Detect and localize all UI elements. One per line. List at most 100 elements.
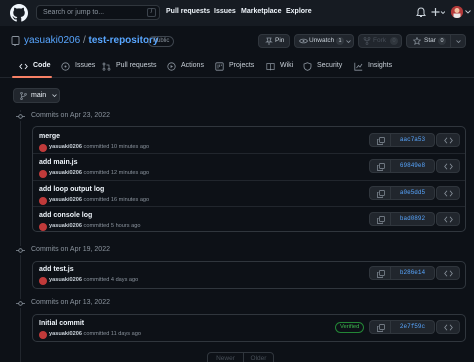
commit-time: committed 5 hours ago: [83, 223, 141, 229]
commit-node-icon: [16, 246, 25, 255]
copy-icon: [377, 163, 385, 171]
commit-time: committed 12 minutes ago: [83, 170, 150, 176]
commit-meta: yasuaki0206 committed 12 minutes ago: [39, 170, 150, 178]
commit-sha-link[interactable]: b286e14: [391, 266, 435, 280]
author-avatar[interactable]: [39, 170, 47, 178]
commit-sha-link[interactable]: 69849e8: [391, 159, 435, 173]
branch-selector[interactable]: main: [13, 88, 60, 103]
commit-group-date: Commits on Apr 13, 2022: [16, 299, 110, 308]
commit-author[interactable]: yasuaki0206: [49, 170, 82, 176]
search-shortcut-key: /: [147, 8, 156, 17]
commit-message[interactable]: Initial commit: [39, 320, 84, 327]
copy-sha-button[interactable]: [369, 133, 391, 147]
commit-meta: yasuaki0206 committed 11 days ago: [39, 331, 141, 339]
copy-sha-button[interactable]: [369, 266, 391, 280]
commit-row-divider: [33, 180, 465, 181]
copy-sha-button[interactable]: [369, 186, 391, 200]
browse-files-button[interactable]: [436, 159, 460, 173]
pin-button[interactable]: Pin: [258, 34, 290, 48]
global-header: Search or jump to... / Pull requests Iss…: [0, 0, 474, 26]
pin-label: Pin: [275, 37, 285, 44]
search-placeholder: Search or jump to...: [43, 9, 105, 16]
branch-name: main: [31, 92, 47, 99]
code-icon: [444, 216, 453, 223]
author-avatar[interactable]: [39, 223, 47, 231]
commit-message[interactable]: add loop output log: [39, 186, 104, 193]
newer-button[interactable]: Newer: [207, 352, 244, 362]
user-avatar[interactable]: [451, 6, 463, 18]
commit-sha-link[interactable]: a0e5dd5: [391, 186, 435, 200]
avatar-chevron-icon[interactable]: [465, 10, 471, 14]
commit-time: committed 11 days ago: [83, 331, 141, 337]
nav-pull-requests[interactable]: Pull requests: [166, 8, 210, 15]
copy-sha-button[interactable]: [369, 212, 391, 226]
commit-author[interactable]: yasuaki0206: [49, 144, 82, 150]
commit-group-date: Commits on Apr 19, 2022: [16, 246, 110, 255]
older-button[interactable]: Older: [243, 352, 274, 362]
watch-count: 1: [336, 37, 344, 45]
repo-icon: [11, 36, 20, 46]
commit-author[interactable]: yasuaki0206: [49, 277, 82, 283]
tab-code[interactable]: Code: [19, 54, 51, 78]
tab-security[interactable]: Security: [303, 54, 342, 78]
author-avatar[interactable]: [39, 197, 47, 205]
commit-row-divider: [33, 153, 465, 154]
tab-insights-label: Insights: [368, 62, 393, 69]
issue-icon: [61, 62, 70, 71]
eye-icon: [299, 38, 308, 44]
star-chevron-icon[interactable]: [456, 40, 461, 43]
browse-files-button[interactable]: [436, 133, 460, 147]
watch-button[interactable]: Unwatch 1: [294, 34, 354, 48]
code-icon: [444, 163, 453, 170]
tab-projects[interactable]: Projects: [215, 54, 254, 78]
browse-files-button[interactable]: [436, 186, 460, 200]
repo-owner-link[interactable]: yasuaki0206: [24, 35, 80, 46]
author-avatar[interactable]: [39, 144, 47, 152]
verified-badge[interactable]: Verified: [335, 322, 365, 333]
code-icon: [19, 62, 28, 71]
repo-title: yasuaki0206 / test-repository: [24, 35, 159, 46]
commit-author[interactable]: yasuaki0206: [49, 331, 82, 337]
commit-sha-link[interactable]: 2e7f59c: [391, 320, 435, 334]
fork-button[interactable]: Fork 0: [358, 34, 402, 48]
commit-author[interactable]: yasuaki0206: [49, 197, 82, 203]
commit-message[interactable]: merge: [39, 133, 60, 140]
commit-time: committed 16 minutes ago: [83, 197, 150, 203]
tab-pull-requests[interactable]: Pull requests: [102, 54, 156, 78]
commit-author[interactable]: yasuaki0206: [49, 223, 82, 229]
commit-message[interactable]: add test.js: [39, 266, 74, 273]
commit-sha-link[interactable]: bad0892: [391, 212, 435, 226]
pull-request-icon: [102, 62, 111, 71]
commit-sha-link[interactable]: aac7a53: [391, 133, 435, 147]
book-icon: [266, 62, 275, 71]
nav-marketplace[interactable]: Marketplace: [241, 8, 281, 15]
watch-label: Unwatch: [309, 37, 335, 44]
tab-issues[interactable]: Issues: [61, 54, 95, 78]
star-button[interactable]: Star 0: [406, 34, 466, 48]
search-input[interactable]: Search or jump to... /: [36, 5, 160, 20]
copy-sha-button[interactable]: [369, 320, 391, 334]
plus-icon[interactable]: [431, 7, 445, 18]
fork-icon: [363, 37, 371, 45]
commit-meta: yasuaki0206 committed 10 minutes ago: [39, 144, 149, 152]
author-avatar[interactable]: [39, 331, 47, 339]
tab-insights[interactable]: Insights: [354, 54, 392, 78]
tab-actions[interactable]: Actions: [167, 54, 204, 78]
github-logo-icon[interactable]: [10, 4, 28, 22]
tab-wiki[interactable]: Wiki: [266, 54, 293, 78]
copy-sha-button[interactable]: [369, 159, 391, 173]
repo-tabs: Code Issues Pull requests Actions Projec…: [0, 54, 474, 78]
nav-issues[interactable]: Issues: [214, 8, 236, 15]
author-avatar[interactable]: [39, 277, 47, 285]
browse-files-button[interactable]: [436, 212, 460, 226]
commit-message[interactable]: add console log: [39, 212, 92, 219]
browse-files-button[interactable]: [436, 320, 460, 334]
commit-node-icon: [16, 299, 25, 308]
fork-count: 0: [390, 37, 398, 45]
commit-meta: yasuaki0206 committed 5 hours ago: [39, 223, 141, 231]
commit-message[interactable]: add main.js: [39, 159, 78, 166]
bell-icon[interactable]: [416, 7, 426, 18]
tab-actions-label: Actions: [181, 62, 204, 69]
nav-explore[interactable]: Explore: [286, 8, 312, 15]
browse-files-button[interactable]: [436, 266, 460, 280]
